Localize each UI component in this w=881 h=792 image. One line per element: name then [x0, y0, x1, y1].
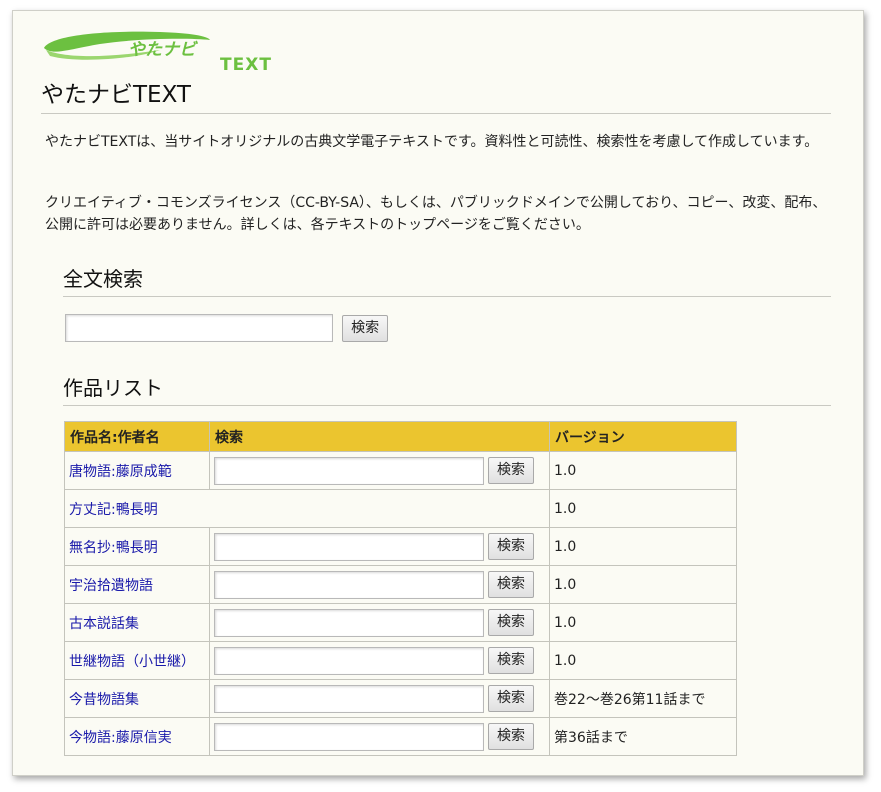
work-search-input[interactable]: [214, 608, 484, 637]
page-container: やたナビ TEXT やたナビTEXT やたナビTEXTは、当サイトオリジナルの古…: [12, 10, 864, 776]
work-version-cell: 1.0: [549, 565, 737, 604]
work-search-cell: 検索: [209, 717, 550, 756]
work-search-cell: 検索: [209, 527, 550, 566]
work-version-cell: 1.0: [549, 527, 737, 566]
work-search-button[interactable]: 検索: [488, 533, 534, 560]
column-header-version: バージョン: [549, 421, 737, 452]
work-title-cell: 古本説話集: [64, 603, 210, 642]
work-link[interactable]: 今物語:藤原信実: [69, 730, 172, 746]
table-row: 世継物語（小世継） 検索 1.0: [64, 641, 737, 680]
page-title: やたナビTEXT: [41, 75, 831, 114]
work-link[interactable]: 古本説話集: [69, 616, 139, 632]
works-list-heading: 作品リスト: [63, 372, 831, 406]
work-title-cell: 無名抄:鴨長明: [64, 527, 210, 566]
work-search-button[interactable]: 検索: [488, 571, 534, 598]
column-header-search: 検索: [209, 421, 550, 452]
work-title-cell: 宇治拾遺物語: [64, 565, 210, 604]
table-row: 唐物語:藤原成範 検索 1.0: [64, 451, 737, 490]
work-title-cell: 世継物語（小世継）: [64, 641, 210, 680]
work-title-cell: 今昔物語集: [64, 679, 210, 718]
work-version-cell: 1.0: [549, 489, 737, 528]
table-row: 宇治拾遺物語 検索 1.0: [64, 565, 737, 604]
table-row: 古本説話集 検索 1.0: [64, 603, 737, 642]
table-row: 今物語:藤原信実 検索 第36話まで: [64, 717, 737, 756]
column-header-title: 作品名:作者名: [64, 421, 210, 452]
work-version-cell: 1.0: [549, 641, 737, 680]
work-search-input[interactable]: [214, 532, 484, 561]
table-row: 無名抄:鴨長明 検索 1.0: [64, 527, 737, 566]
work-link[interactable]: 唐物語:藤原成範: [69, 464, 172, 480]
work-search-input[interactable]: [214, 570, 484, 599]
work-version-cell: 第36話まで: [549, 717, 737, 756]
work-link[interactable]: 無名抄:鴨長明: [69, 540, 158, 556]
work-search-cell: 検索: [209, 641, 550, 680]
work-search-cell: 検索: [209, 451, 550, 490]
intro-paragraph-2: クリエイティブ・コモンズライセンス（CC-BY-SA）、もしくは、パブリックドメ…: [45, 195, 827, 233]
work-search-button[interactable]: 検索: [488, 457, 534, 484]
work-link[interactable]: 世継物語（小世継）: [69, 654, 195, 670]
work-title-cell: 方丈記:鴨長明: [64, 489, 550, 528]
works-table: 作品名:作者名 検索 バージョン 唐物語:藤原成範 検索 1.0 方丈記:鴨長明 1.0…: [64, 421, 737, 756]
logo-text: TEXT: [220, 55, 272, 75]
site-logo[interactable]: やたナビ TEXT: [40, 26, 271, 75]
table-row: 方丈記:鴨長明 1.0: [64, 489, 737, 528]
work-link[interactable]: 方丈記:鴨長明: [69, 502, 158, 518]
fulltext-search-heading: 全文検索: [63, 263, 831, 297]
work-title-cell: 今物語:藤原信実: [64, 717, 210, 756]
work-version-cell: 1.0: [549, 451, 737, 490]
work-link[interactable]: 宇治拾遺物語: [69, 578, 153, 594]
fulltext-search-button[interactable]: 検索: [342, 314, 389, 342]
work-link[interactable]: 今昔物語集: [69, 692, 139, 708]
work-title-cell: 唐物語:藤原成範: [64, 451, 210, 490]
intro-paragraph-1: やたナビTEXTは、当サイトオリジナルの古典文学電子テキストです。資料性と可読性…: [45, 134, 819, 150]
work-version-cell: 1.0: [549, 603, 737, 642]
fulltext-search-form: 検索: [65, 314, 389, 342]
work-version-cell: 巻22〜巻26第11話まで: [549, 679, 737, 718]
work-search-button[interactable]: 検索: [488, 723, 534, 750]
svg-text:やたナビ: やたナビ: [128, 40, 198, 60]
work-search-cell: 検索: [209, 679, 550, 718]
work-search-button[interactable]: 検索: [488, 685, 534, 712]
work-search-button[interactable]: 検索: [488, 647, 534, 674]
table-row: 今昔物語集 検索 巻22〜巻26第11話まで: [64, 679, 737, 718]
work-search-input[interactable]: [214, 646, 484, 675]
fulltext-search-input[interactable]: [65, 314, 333, 342]
work-search-cell: 検索: [209, 603, 550, 642]
works-table-header: 作品名:作者名 検索 バージョン: [64, 421, 737, 452]
work-search-input[interactable]: [214, 684, 484, 713]
work-search-cell: 検索: [209, 565, 550, 604]
work-search-button[interactable]: 検索: [488, 609, 534, 636]
work-search-input[interactable]: [214, 722, 484, 751]
work-search-input[interactable]: [214, 456, 484, 485]
